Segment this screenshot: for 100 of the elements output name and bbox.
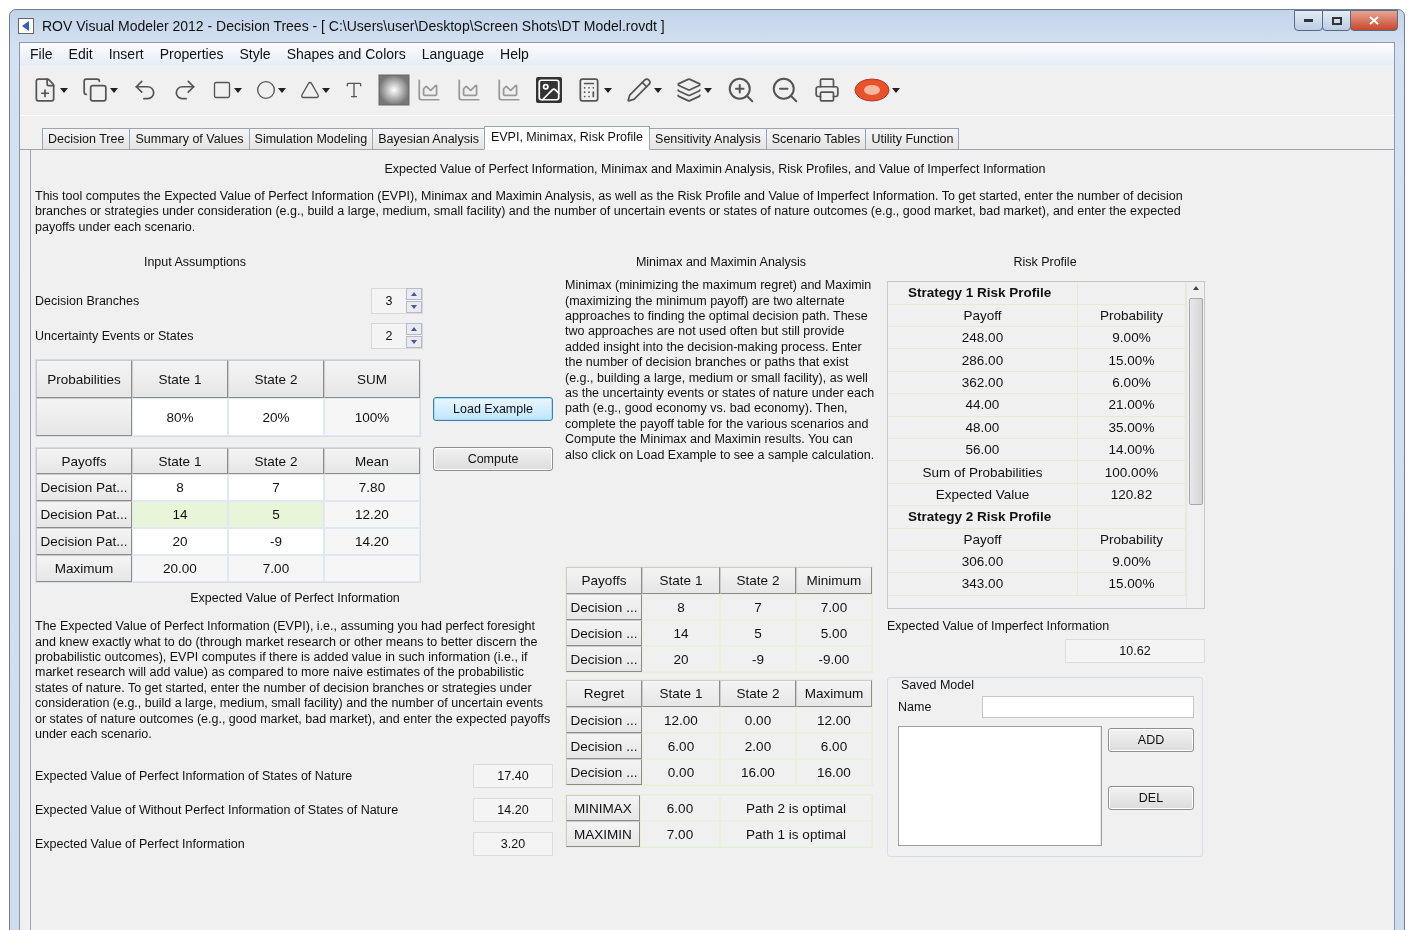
close-button[interactable]: [1350, 10, 1398, 31]
menu-item[interactable]: Style: [231, 46, 279, 62]
caret-icon[interactable]: [704, 87, 712, 93]
column-header: State 2: [228, 448, 324, 475]
page-heading: Expected Value of Perfect Information, Minimax and Maximin Analysis, Risk Profiles, and Value of Imperfect Information: [383, 162, 1047, 176]
caret-icon[interactable]: [278, 87, 286, 93]
table-cell: 362.00: [888, 371, 1078, 395]
field-label: Name: [898, 700, 932, 715]
caret-icon[interactable]: [110, 87, 118, 93]
caret-icon[interactable]: [604, 87, 612, 93]
scrollbar[interactable]: [1186, 282, 1204, 609]
triangle-icon[interactable]: [300, 80, 320, 100]
image-icon[interactable]: [536, 77, 562, 103]
caret-icon[interactable]: [234, 87, 242, 93]
table-cell: Path 1 is optimal: [720, 821, 872, 848]
row-header: Decision ...: [566, 620, 642, 647]
tab[interactable]: Simulation Modeling: [248, 128, 374, 149]
table-cell: 2.00: [720, 733, 796, 760]
table-cell: 20%: [228, 398, 324, 437]
table-cell: 20.00: [132, 555, 228, 583]
tab[interactable]: Decision Tree: [42, 128, 131, 149]
action-button[interactable]: Load Example: [433, 397, 553, 422]
tab[interactable]: EVPI, Minimax, Risk Profile: [483, 126, 651, 150]
column-header: State 2: [720, 680, 796, 708]
column-header: State 1: [642, 680, 720, 708]
action-button[interactable]: Compute: [433, 447, 553, 472]
action-button[interactable]: ADD: [1108, 728, 1194, 753]
layers-icon[interactable]: [676, 77, 702, 103]
maximize-icon: [1331, 16, 1342, 25]
table-cell: 44.00: [888, 394, 1078, 417]
rectangle-icon[interactable]: [212, 80, 232, 100]
table-cell: 7: [228, 474, 324, 502]
menu-item[interactable]: Properties: [151, 46, 232, 62]
field-label: Decision Branches: [35, 293, 140, 308]
tab[interactable]: Summary of Values: [129, 128, 250, 149]
menu-item[interactable]: Language: [413, 46, 492, 62]
menu-item[interactable]: Insert: [100, 46, 152, 62]
oval-icon[interactable]: [854, 78, 890, 102]
zoom-out-icon[interactable]: [770, 75, 800, 105]
tab[interactable]: Utility Function: [865, 128, 960, 149]
caret-icon[interactable]: [654, 87, 662, 93]
calculator-icon[interactable]: [576, 77, 602, 103]
row-header: Decision ...: [566, 707, 642, 734]
ellipse-icon[interactable]: [256, 80, 276, 100]
minimize-button[interactable]: [1294, 10, 1323, 31]
maximize-button[interactable]: [1322, 10, 1351, 31]
row-header: Decision Pat...: [36, 501, 132, 529]
new-file-icon[interactable]: [32, 77, 58, 103]
copy-icon[interactable]: [82, 77, 108, 103]
table-cell: 16.00: [720, 759, 796, 786]
table-cell: 5: [720, 620, 796, 647]
number-spinner[interactable]: 2: [371, 322, 423, 349]
caret-icon[interactable]: [892, 87, 900, 93]
column-header: Mean: [324, 448, 420, 475]
table-cell: 12.00: [796, 707, 872, 734]
table-cell: 16.00: [796, 759, 872, 786]
zoom-in-icon[interactable]: [726, 75, 756, 105]
minimize-icon: [1304, 19, 1313, 22]
table-cell: 7.00: [228, 555, 324, 583]
tab[interactable]: Sensitivity Analysis: [649, 128, 767, 149]
spin-down-icon[interactable]: [406, 301, 422, 314]
table-cell: 100%: [324, 398, 420, 437]
spin-down-icon[interactable]: [406, 336, 422, 349]
table-cell: 248.00: [888, 327, 1078, 350]
table-cell: Sum of Probabilities: [888, 461, 1078, 484]
row-header: MINIMAX: [566, 795, 640, 822]
table-cell: 12.00: [642, 707, 720, 734]
column-header: Maximum: [796, 680, 872, 708]
column-header: State 1: [642, 567, 720, 595]
spin-up-icon[interactable]: [406, 288, 422, 301]
row-header: Maximum: [36, 555, 132, 583]
menu-item[interactable]: File: [22, 46, 61, 62]
table-cell: 5.00: [796, 620, 872, 647]
table-cell: Path 2 is optimal: [720, 795, 872, 822]
table-cell: 6.00: [640, 795, 720, 822]
tab[interactable]: Scenario Tables: [765, 128, 867, 149]
menu-item[interactable]: Edit: [60, 46, 101, 62]
pencil-icon[interactable]: [626, 77, 652, 103]
caret-icon[interactable]: [322, 87, 330, 93]
menu-item[interactable]: Help: [492, 46, 537, 62]
caret-icon[interactable]: [60, 87, 68, 93]
column-header: State 2: [720, 567, 796, 595]
result-value: 10.62: [1065, 639, 1205, 664]
text-box-icon[interactable]: [344, 80, 364, 100]
table-cell: 7: [720, 594, 796, 621]
tab[interactable]: Bayesian Analysis: [372, 128, 485, 149]
table-cell: -9.00: [796, 646, 872, 673]
number-spinner[interactable]: 3: [371, 287, 423, 314]
menu-item[interactable]: Shapes and Colors: [278, 46, 414, 62]
table-cell: Expected Value: [888, 483, 1078, 507]
printer-icon[interactable]: [814, 77, 840, 103]
app-icon: [18, 18, 34, 34]
action-button[interactable]: DEL: [1108, 786, 1194, 811]
table-cell: 48.00: [888, 416, 1078, 439]
table-cell: 7.80: [324, 474, 420, 502]
gradient-square-icon[interactable]: [378, 74, 410, 106]
saved-models-list[interactable]: [898, 726, 1102, 847]
spin-up-icon[interactable]: [406, 323, 422, 336]
minimax-description: Minimax (minimizing the maximum regret) and Maximin (maximizing the minimum payoff) are two alternate approaches to finding the optimal decision path. These two approaches are not used often but still provide added insight into the decision-making process. Enter the number of decision branches or paths that exist (e.g., building a large, medium or small facility), as well as the uncertainty events or states of nature under each path (e.g., good economy vs. bad economy). Then, complete the payoff table for the various scenarios and Compute the Minimax and Maximin results. You can also click on Load Example to see a sample calculation.: [565, 278, 875, 464]
name-field[interactable]: [982, 696, 1194, 719]
